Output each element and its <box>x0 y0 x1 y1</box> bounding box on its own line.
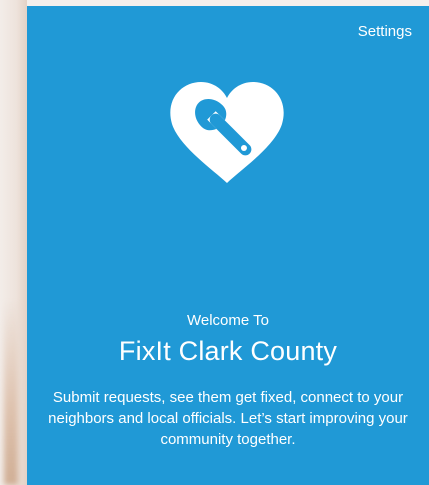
welcome-subtitle: Welcome To <box>187 312 269 329</box>
welcome-description: Submit requests, see them get fixed, con… <box>48 389 408 448</box>
background-left-photo <box>0 0 27 485</box>
screen: Settings Welcome To FixIt Clark County S… <box>0 0 429 485</box>
welcome-panel: Settings Welcome To FixIt Clark County S… <box>27 6 429 485</box>
app-title: FixIt Clark County <box>118 336 338 366</box>
heart-wrench-icon <box>170 82 284 183</box>
settings-button[interactable]: Settings <box>358 23 412 40</box>
